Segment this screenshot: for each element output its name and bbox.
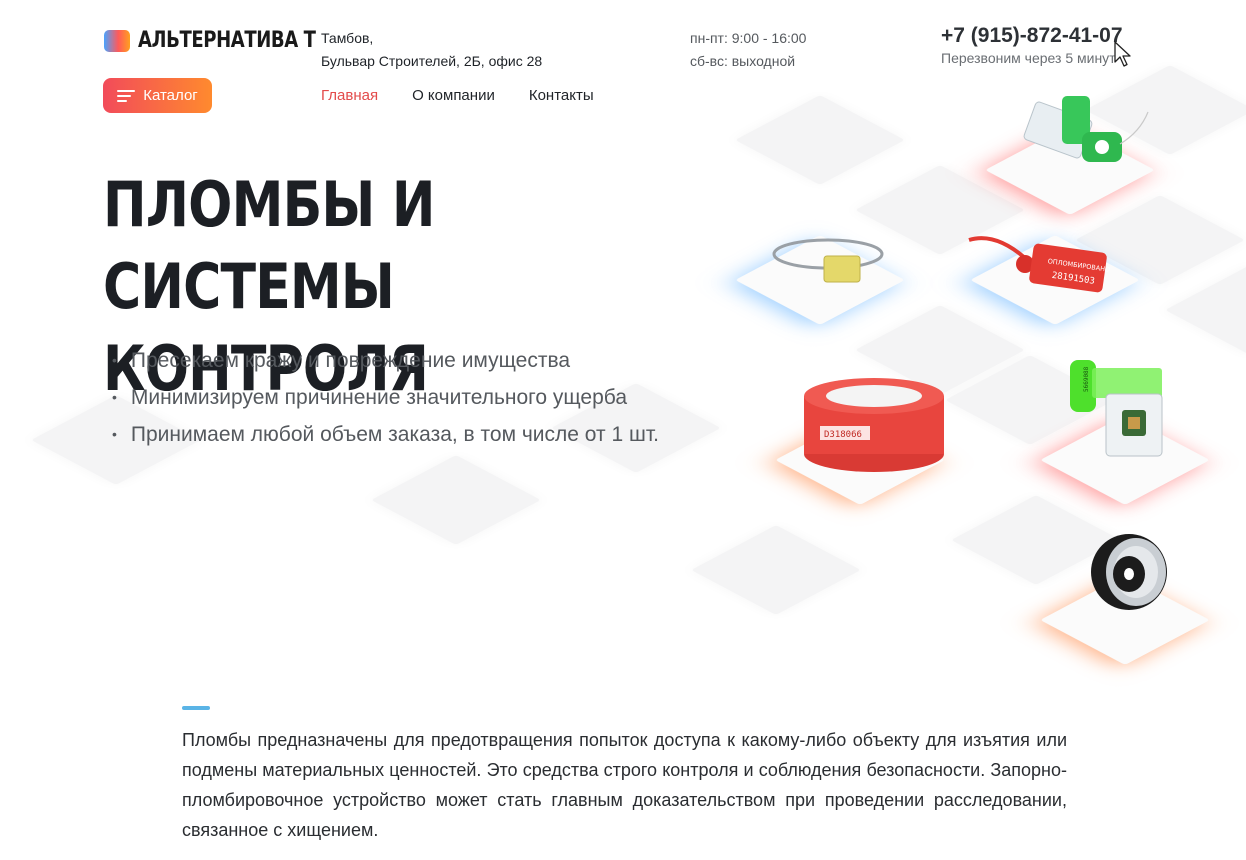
hours-weekend: сб-вс: выходной	[690, 53, 796, 69]
callback-note: Перезвоним через 5 минут	[941, 50, 1116, 66]
green-padlock-seal-image: 5669088	[1070, 360, 1163, 457]
bg-tile	[735, 95, 905, 185]
phone-link[interactable]: +7 (915)-872-41-07	[941, 24, 1123, 48]
working-hours: пн-пт: 9:00 - 16:00 сб-вс: выходной	[690, 27, 806, 73]
rotary-seal-image	[1023, 96, 1149, 162]
logo[interactable]: АЛЬТЕРНАТИВА Т	[104, 28, 355, 53]
bg-tile	[371, 455, 541, 545]
nav-item-about[interactable]: О компании	[412, 87, 495, 104]
red-plastic-seal-image: ОПЛОМБИРОВАНО 28191503	[968, 236, 1110, 293]
green-seal-number: 5669088	[1083, 366, 1090, 392]
main-nav: Главная О компании Контакты	[321, 87, 594, 104]
logo-mark-icon	[104, 29, 130, 52]
seal-tape-roll-image: D318066	[804, 378, 944, 472]
tape-roll-number: D318066	[824, 430, 862, 440]
address: Тамбов, Бульвар Строителей, 2Б, офис 28	[321, 27, 542, 73]
benefit-item: Пресекаем кражу и повреждение имущества	[112, 342, 659, 379]
logo-text: АЛЬТЕРНАТИВА Т	[138, 28, 316, 53]
bg-tile	[1165, 265, 1246, 355]
hero-title-line: ПЛОМБЫ И СИСТЕМЫ	[103, 168, 435, 323]
nav-item-home[interactable]: Главная	[321, 87, 378, 104]
mouse-cursor-icon	[1114, 41, 1131, 67]
menu-icon	[117, 89, 136, 102]
address-street: Бульвар Строителей, 2Б, офис 28	[321, 53, 543, 69]
benefit-item: Минимизируем причинение значительного ущ…	[112, 379, 659, 416]
benefits-list: Пресекаем кражу и повреждение имущества …	[112, 342, 659, 453]
hours-weekdays: пн-пт: 9:00 - 16:00	[690, 30, 807, 46]
benefit-item: Принимаем любой объем заказа, в том числ…	[112, 416, 659, 453]
catalog-button[interactable]: Каталог	[103, 78, 212, 113]
sealing-wire-spool-image	[1091, 534, 1167, 610]
nav-item-contacts[interactable]: Контакты	[529, 87, 594, 104]
description-text: Пломбы предназначены для предотвращения …	[182, 730, 1067, 840]
accent-divider	[182, 706, 210, 710]
bg-tile	[691, 525, 861, 615]
cable-seal-image	[772, 238, 884, 283]
address-city: Тамбов,	[321, 30, 374, 46]
catalog-button-label: Каталог	[143, 87, 198, 104]
